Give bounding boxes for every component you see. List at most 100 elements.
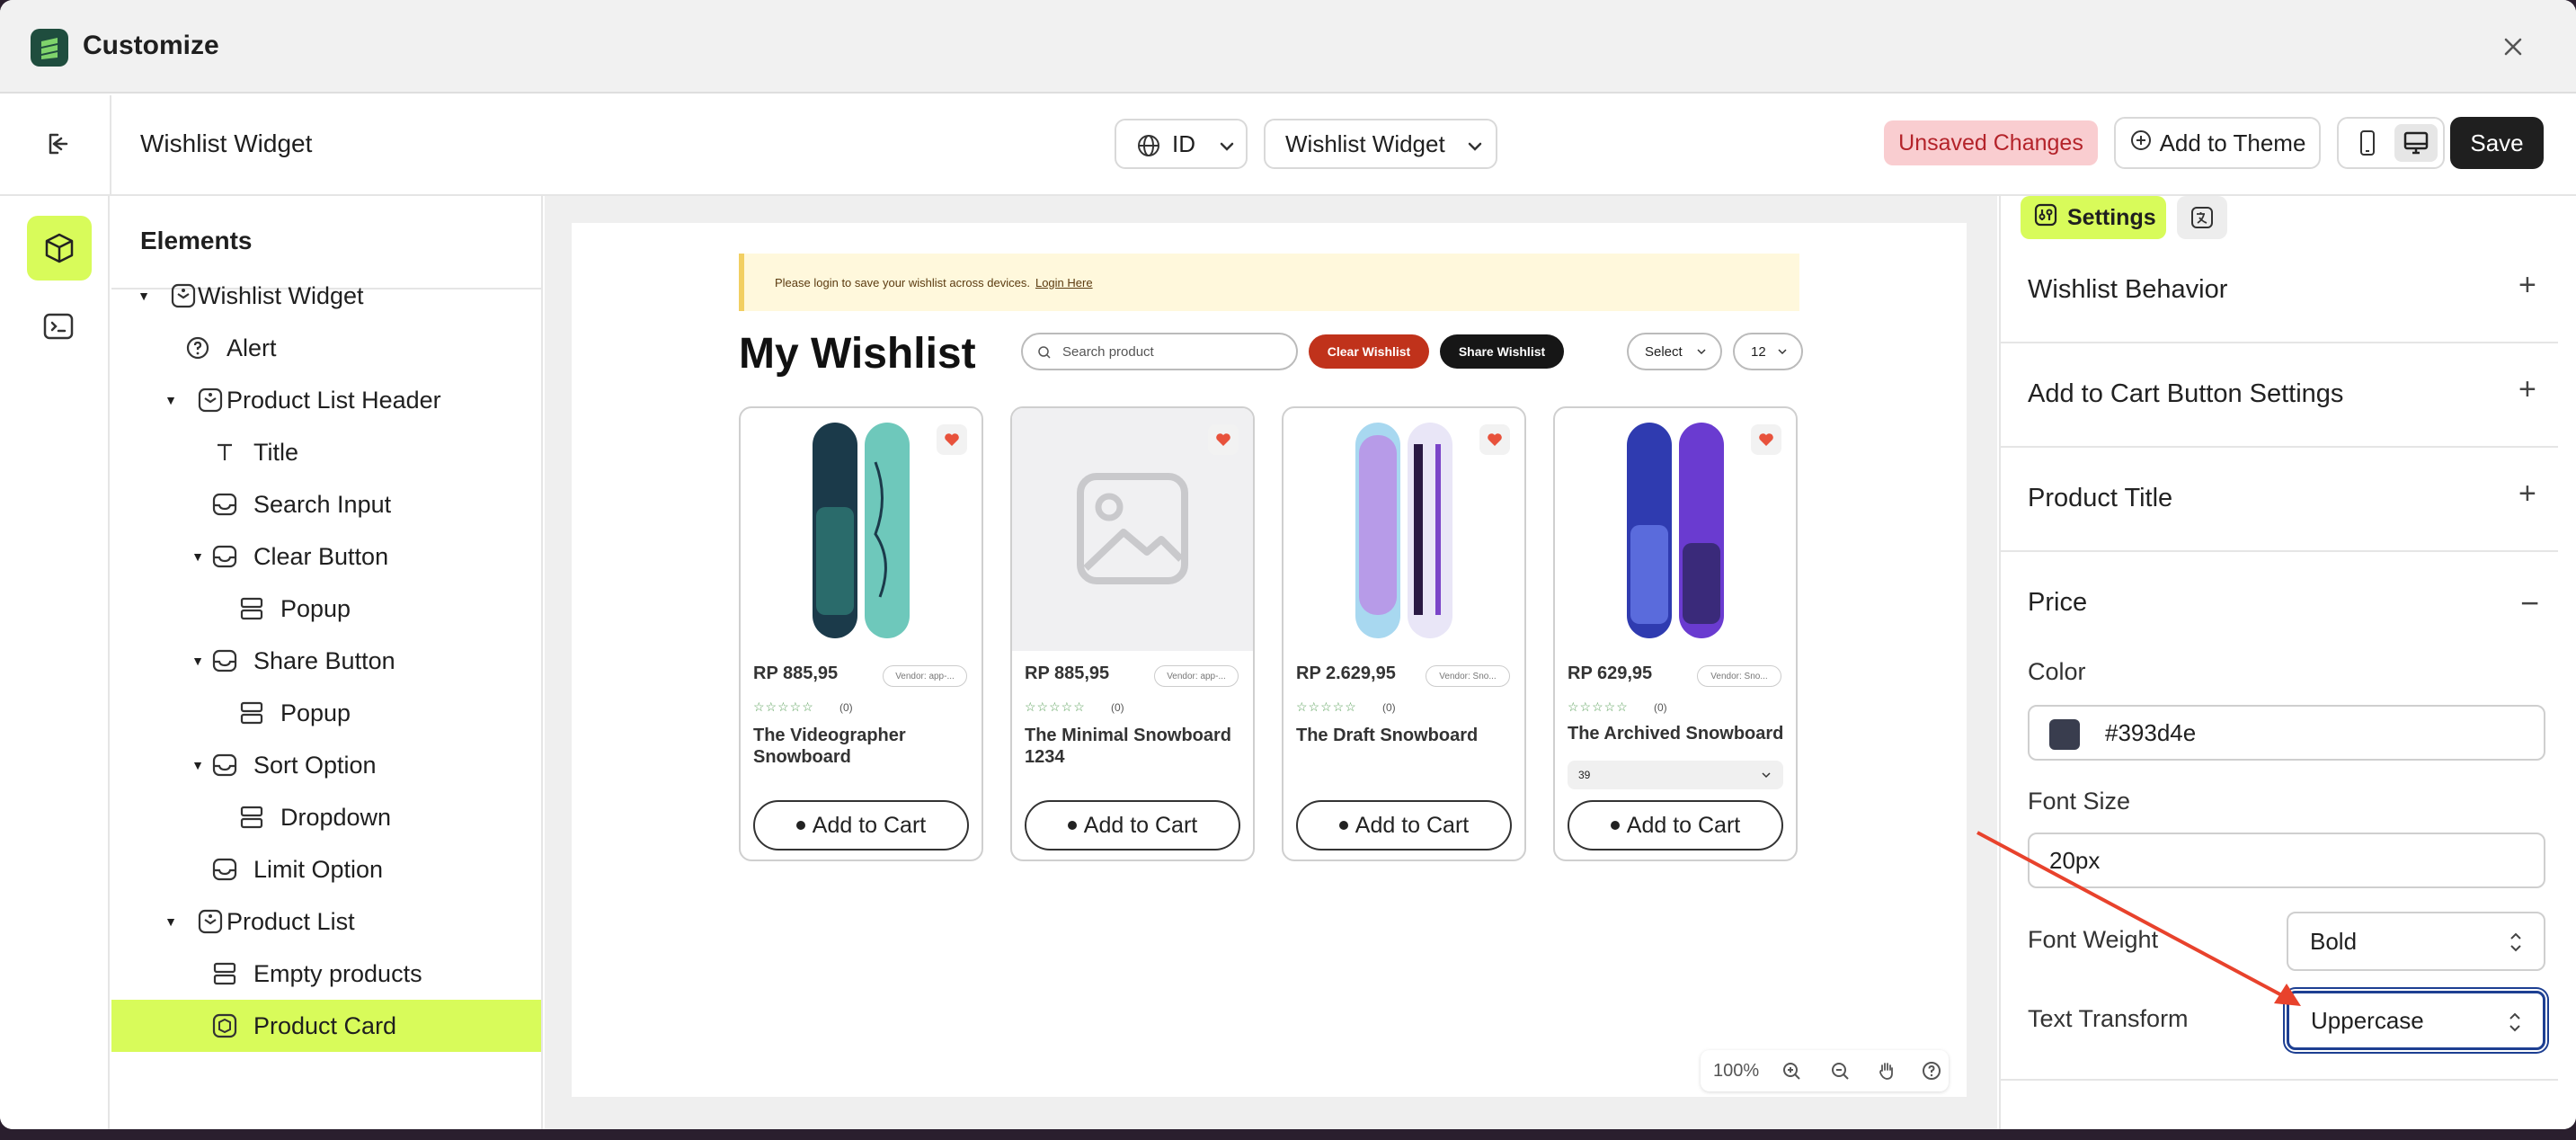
caret-down-icon[interactable]: ▼: [164, 393, 178, 407]
editor-toolbar: Wishlist Widget ID Wishlist Widget Unsav…: [0, 95, 2576, 196]
device-view-toggle: [2337, 117, 2445, 169]
save-button[interactable]: Save: [2450, 117, 2544, 169]
hand-pan-icon[interactable]: [1875, 1059, 1898, 1082]
add-to-cart-label: Add to Cart: [1083, 812, 1198, 838]
zoom-out-icon[interactable]: [1828, 1059, 1852, 1082]
wishlist-heart-icon[interactable]: [1479, 424, 1510, 455]
tree-node-label: Product List: [227, 907, 355, 935]
vendor-badge: Vendor: Sno...: [1426, 665, 1510, 687]
tree-node-label: Search Input: [253, 490, 392, 518]
variant-select[interactable]: 39: [1568, 761, 1783, 789]
chevron-up-down-icon: [2506, 930, 2526, 961]
clear-wishlist-button[interactable]: Clear Wishlist: [1309, 334, 1429, 369]
product-card[interactable]: RP 629,95 Vendor: Sno... ☆☆☆☆☆ (0) The A…: [1553, 406, 1798, 861]
add-to-cart-button[interactable]: Add to Cart: [1025, 800, 1240, 851]
caret-down-icon[interactable]: ▼: [191, 758, 205, 772]
product-card[interactable]: RP 2.629,95 Vendor: Sno... ☆☆☆☆☆ (0) The…: [1282, 406, 1526, 861]
wishlist-heart-icon[interactable]: [1751, 424, 1781, 455]
share-wishlist-button[interactable]: Share Wishlist: [1440, 334, 1564, 369]
rating-stars-icon: ☆☆☆☆☆: [753, 699, 814, 714]
preview-frame: Please login to save your wishlist acros…: [572, 223, 1967, 1097]
tree-node-empty-products[interactable]: Empty products: [111, 948, 541, 1000]
font-weight-label: Font Weight: [2028, 926, 2159, 953]
layout-icon: [210, 959, 239, 988]
tree-node-product-list[interactable]: ▼ Product List: [111, 895, 541, 948]
tree-node-alert[interactable]: Alert: [111, 322, 541, 374]
desktop-view-icon[interactable]: [2394, 124, 2438, 162]
mobile-view-icon[interactable]: [2346, 124, 2389, 162]
tree-node-label: Alert: [227, 334, 277, 361]
side-rail: [0, 196, 110, 1129]
zoom-toolbar: 100%: [1701, 1050, 1949, 1091]
product-name: The Minimal Snowboard 1234: [1025, 726, 1232, 767]
help-circle-icon: [183, 334, 212, 362]
settings-sliders-icon: [2033, 202, 2058, 234]
color-field[interactable]: #393d4e: [2028, 705, 2545, 761]
tree-node-popup[interactable]: Popup: [111, 687, 541, 739]
card-icon: [210, 1011, 239, 1040]
tree-node-share-button[interactable]: ▼ Share Button: [111, 635, 541, 687]
add-to-cart-button[interactable]: Add to Cart: [753, 800, 969, 851]
widget-select[interactable]: Wishlist Widget: [1264, 119, 1497, 169]
tree-node-product-list-header[interactable]: ▼ Product List Header: [111, 374, 541, 426]
tree-node-popup[interactable]: Popup: [111, 583, 541, 635]
widget-select-value: Wishlist Widget: [1285, 129, 1445, 157]
tree-node-clear-button[interactable]: ▼ Clear Button: [111, 530, 541, 583]
layout-icon: [237, 803, 266, 832]
tree-node-dropdown[interactable]: Dropdown: [111, 791, 541, 843]
product-card[interactable]: RP 885,95 Vendor: app-... ☆☆☆☆☆ (0) The …: [1010, 406, 1255, 861]
help-circle-icon[interactable]: [1920, 1059, 1943, 1082]
add-to-cart-button[interactable]: Add to Cart: [1568, 800, 1783, 851]
app-logo-icon: [31, 29, 68, 67]
sort-select[interactable]: Select: [1627, 333, 1722, 370]
caret-down-icon[interactable]: ▼: [164, 914, 178, 929]
close-icon[interactable]: [2493, 27, 2533, 67]
plus-icon[interactable]: +: [2518, 374, 2536, 405]
tree-node-search-input[interactable]: Search Input: [111, 478, 541, 530]
tree-node-limit-option[interactable]: Limit Option: [111, 843, 541, 895]
tree-node-wishlist-widget[interactable]: ▼ Wishlist Widget: [111, 270, 541, 322]
tree-node-sort-option[interactable]: ▼ Sort Option: [111, 739, 541, 791]
section-price-title[interactable]: Price: [2028, 588, 2087, 618]
code-terminal-icon[interactable]: [36, 304, 81, 349]
product-card[interactable]: RP 885,95 Vendor: app-... ☆☆☆☆☆ (0) The …: [739, 406, 983, 861]
tree-node-label: Dropdown: [280, 803, 392, 831]
tree-node-title[interactable]: Title: [111, 426, 541, 478]
minus-icon[interactable]: −: [2520, 584, 2539, 622]
section-add-to-cart-button-settings[interactable]: Add to Cart Button Settings +: [2001, 343, 2558, 448]
review-count: (0): [1111, 701, 1124, 714]
caret-down-icon[interactable]: ▼: [137, 289, 151, 303]
exit-icon[interactable]: [36, 124, 76, 164]
caret-down-icon[interactable]: ▼: [191, 654, 205, 668]
block-icon: [210, 751, 239, 779]
section-wishlist-behavior[interactable]: Wishlist Behavior +: [2001, 239, 2558, 343]
cart-dot-icon: [1067, 821, 1077, 830]
add-to-cart-label: Add to Cart: [1355, 812, 1470, 838]
elements-cube-icon[interactable]: [27, 216, 92, 281]
language-select[interactable]: ID: [1115, 119, 1248, 169]
wishlist-heart-icon[interactable]: [937, 424, 967, 455]
limit-select[interactable]: 12: [1733, 333, 1803, 370]
text-transform-select[interactable]: Uppercase: [2287, 991, 2545, 1050]
font-size-field[interactable]: 20px: [2028, 833, 2545, 888]
caret-down-icon[interactable]: ▼: [191, 549, 205, 564]
plus-icon[interactable]: +: [2518, 270, 2536, 300]
translate-icon[interactable]: [2177, 196, 2227, 239]
chevron-down-icon: [1776, 345, 1789, 361]
color-swatch[interactable]: [2049, 719, 2080, 750]
zoom-in-icon[interactable]: [1780, 1059, 1803, 1082]
add-to-cart-button[interactable]: Add to Cart: [1296, 800, 1512, 851]
section-product-title[interactable]: Product Title +: [2001, 448, 2558, 552]
unsaved-changes-badge: Unsaved Changes: [1884, 120, 2098, 165]
wishlist-heart-icon[interactable]: [1208, 424, 1239, 455]
plus-icon[interactable]: +: [2518, 478, 2536, 509]
tree-node-product-card[interactable]: Product Card: [111, 1000, 541, 1052]
tree-node-label: Sort Option: [253, 751, 377, 779]
tree-node-label: Wishlist Widget: [198, 281, 364, 309]
add-to-theme-button[interactable]: Add to Theme: [2114, 117, 2321, 169]
search-input[interactable]: Search product: [1021, 333, 1298, 370]
tree-node-label: Share Button: [253, 646, 395, 674]
font-weight-select[interactable]: Bold: [2287, 912, 2545, 971]
login-link[interactable]: Login Here: [1035, 276, 1093, 289]
tab-settings[interactable]: Settings: [2021, 196, 2166, 239]
